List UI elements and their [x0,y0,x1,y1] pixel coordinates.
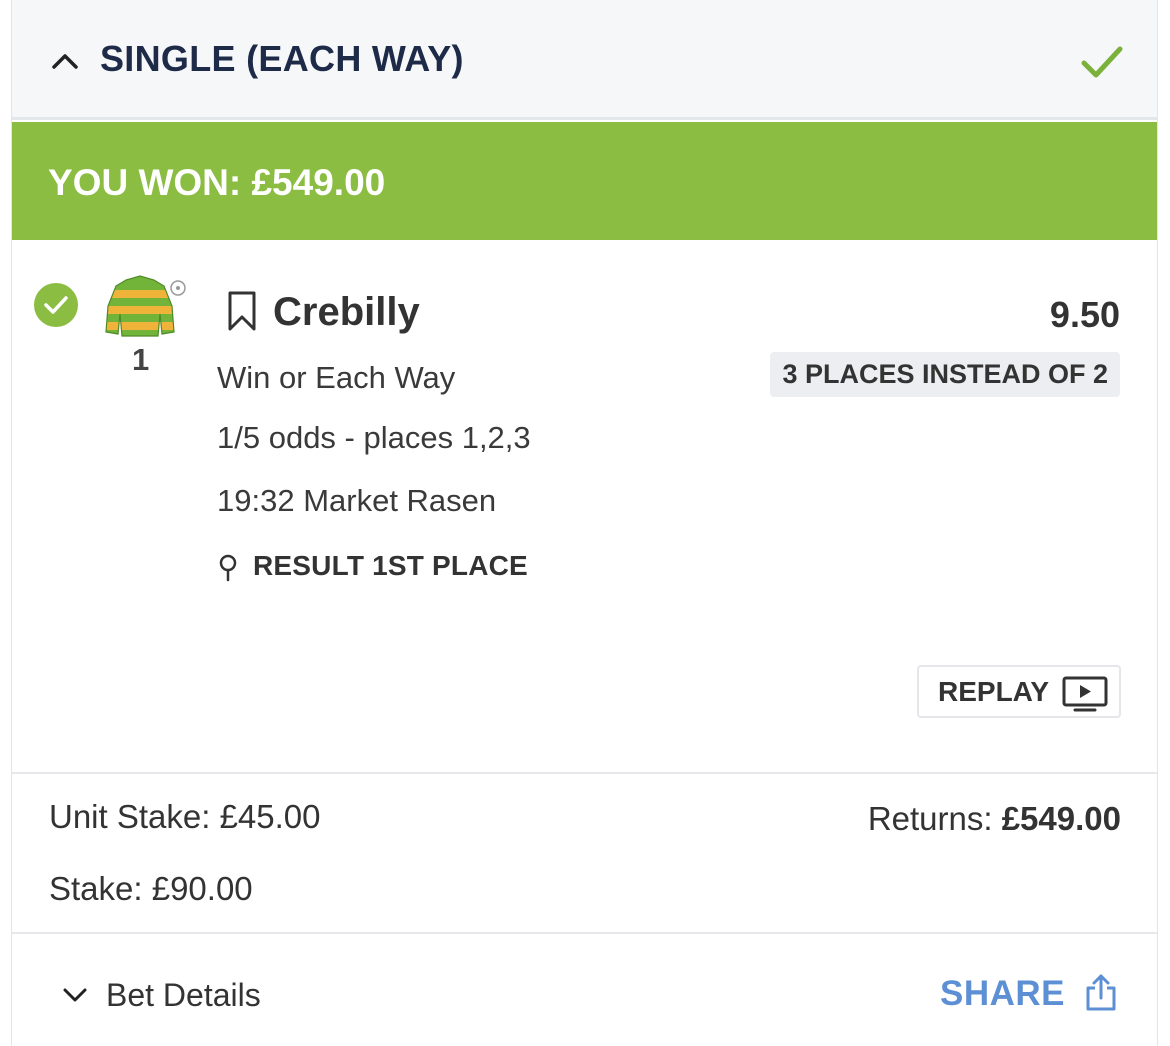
promo-badge: 3 PLACES INSTEAD OF 2 [770,352,1120,397]
event-name: 19:32 Market Rasen [217,483,497,518]
returns-value: £549.00 [1001,800,1121,837]
result-text: RESULT 1ST PLACE [253,550,528,581]
bet-footer: Bet Details SHARE [12,934,1157,1046]
pin-icon [219,554,237,582]
replay-label: REPLAY [938,676,1050,707]
check-circle-icon [34,283,78,327]
chevron-up-icon[interactable] [50,46,80,76]
each-way-terms: 1/5 odds - places 1,2,3 [217,420,531,455]
won-amount: YOU WON: £549.00 [48,162,386,203]
bet-details-toggle[interactable]: Bet Details [106,977,261,1014]
horse-name: Crebilly [273,290,420,334]
check-icon [1081,46,1123,78]
odds-value: 9.50 [1049,294,1120,335]
tv-play-icon [1062,676,1108,712]
replay-button[interactable]: REPLAY [917,665,1121,718]
bookmark-icon[interactable] [226,290,258,332]
market-name: Win or Each Way [217,360,456,395]
bet-header[interactable]: SINGLE (EACH WAY) [12,0,1157,120]
jockey-silks-icon [105,275,186,337]
won-banner: YOU WON: £549.00 [12,122,1157,240]
returns-label: Returns: [867,800,993,837]
returns: Returns: £549.00 [868,800,1121,838]
bet-card: SINGLE (EACH WAY) YOU WON: £549.00 1 Cre… [11,0,1158,1046]
chevron-down-icon[interactable] [62,984,88,1006]
total-stake: Stake: £90.00 [49,870,253,907]
unit-stake: Unit Stake: £45.00 [49,798,321,835]
share-icon[interactable] [1085,972,1117,1012]
stakes-summary: Unit Stake: £45.00 Stake: £90.00 Returns… [12,772,1157,934]
selection: 1 Crebilly 9.50 3 PLACES INSTEAD OF 2 Wi… [12,240,1157,774]
runner-number: 1 [132,342,150,377]
bet-type-title: SINGLE (EACH WAY) [100,38,464,79]
share-button[interactable]: SHARE [940,974,1065,1014]
